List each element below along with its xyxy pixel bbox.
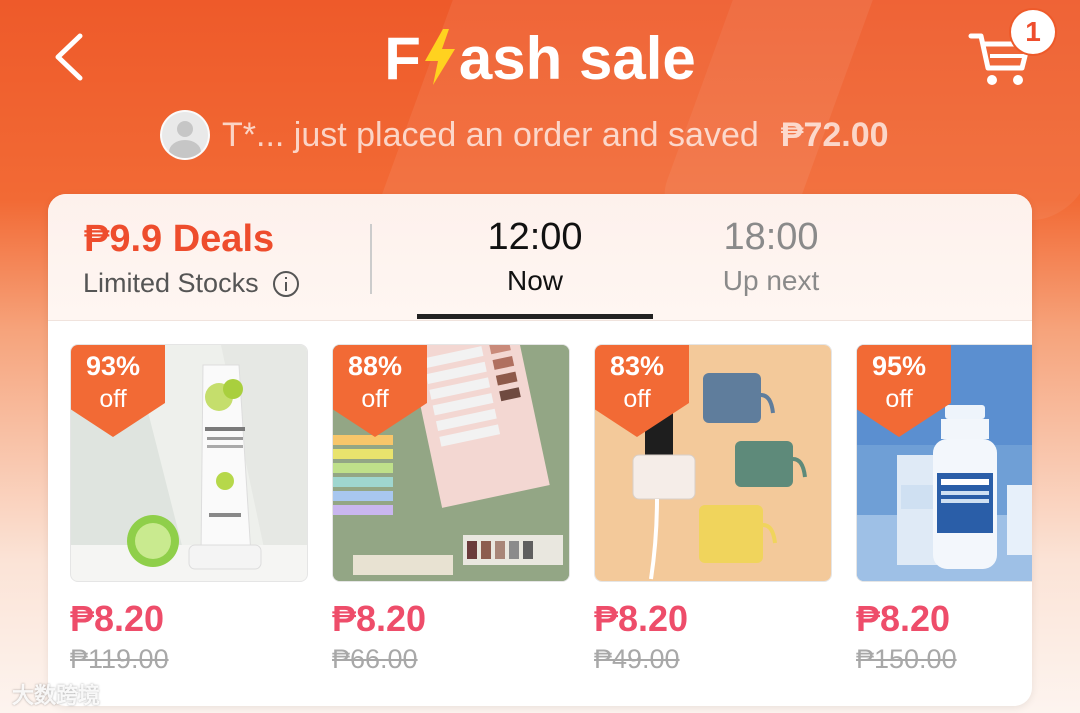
product-image[interactable]: 83% off — [594, 344, 832, 582]
product-image[interactable]: 88% off — [332, 344, 570, 582]
active-tab-indicator — [417, 314, 653, 319]
discount-off-label: off — [885, 385, 913, 413]
order-notice: T*... just placed an order and saved ₱72… — [160, 110, 889, 160]
product-card[interactable]: 88% off ₱8.20 ₱66.00 — [332, 344, 570, 675]
deals-subtitle-label: Limited Stocks — [83, 268, 259, 298]
sale-price: ₱8.20 — [70, 598, 165, 639]
session-tabs: ₱9.9 Deals Limited Stocks 12:00 Now 18:0… — [48, 194, 1032, 321]
title-prefix: F — [384, 25, 421, 92]
tab-up-next[interactable]: 18:00 Up next — [653, 216, 889, 297]
product-card[interactable]: 93% off ₱8.20 ₱119.00 — [70, 344, 308, 675]
sale-price: ₱8.20 — [856, 598, 951, 639]
discount-badge: 83% off — [595, 345, 689, 437]
product-card[interactable]: 95% off ₱8.20 ₱150.00 — [856, 344, 1032, 675]
discount-badge: 95% off — [857, 345, 951, 437]
tab-divider — [370, 224, 372, 294]
cart-count-badge: 1 — [1011, 10, 1055, 54]
original-price: ₱66.00 — [332, 644, 418, 674]
tab-time: 18:00 — [723, 216, 819, 258]
discount-percent: 93% — [85, 351, 141, 381]
original-price: ₱49.00 — [594, 644, 680, 674]
notice-amount: ₱72.00 — [780, 115, 889, 154]
product-card[interactable]: 83% off ₱8.20 ₱49.00 — [594, 344, 832, 675]
flash-sale-panel: ₱9.9 Deals Limited Stocks 12:00 Now 18:0… — [48, 194, 1032, 706]
product-image[interactable]: 95% off — [856, 344, 1032, 582]
discount-badge: 88% off — [333, 345, 427, 437]
tab-label: Now — [506, 265, 563, 296]
original-price: ₱150.00 — [856, 644, 957, 674]
avatar — [160, 110, 210, 160]
discount-badge: 93% off — [71, 345, 165, 437]
discount-off-label: off — [99, 385, 127, 413]
discount-percent: 88% — [347, 351, 403, 381]
original-price: ₱119.00 — [70, 644, 169, 674]
title-suffix: ash sale — [458, 25, 696, 92]
lightning-icon — [423, 29, 457, 99]
sale-price: ₱8.20 — [594, 598, 689, 639]
sale-price: ₱8.20 — [332, 598, 427, 639]
product-list: 93% off ₱8.20 ₱119.00 88% off ₱8.20 ₱66.… — [70, 344, 1032, 684]
info-icon[interactable] — [272, 270, 299, 297]
product-image[interactable]: 93% off — [70, 344, 308, 582]
discount-off-label: off — [623, 385, 651, 413]
tab-label: Up next — [722, 265, 820, 296]
page-title: Fash sale — [0, 24, 1080, 99]
notice-text: T*... just placed an order and saved — [222, 115, 759, 154]
tab-now[interactable]: 12:00 Now — [417, 216, 653, 297]
tab-time: 12:00 — [487, 216, 583, 258]
deals-subtitle: Limited Stocks — [83, 268, 299, 299]
deals-tab[interactable]: ₱9.9 Deals — [84, 218, 274, 261]
discount-off-label: off — [361, 385, 389, 413]
watermark: 大数跨境 — [12, 683, 101, 708]
discount-percent: 95% — [871, 351, 927, 381]
discount-percent: 83% — [609, 351, 665, 381]
